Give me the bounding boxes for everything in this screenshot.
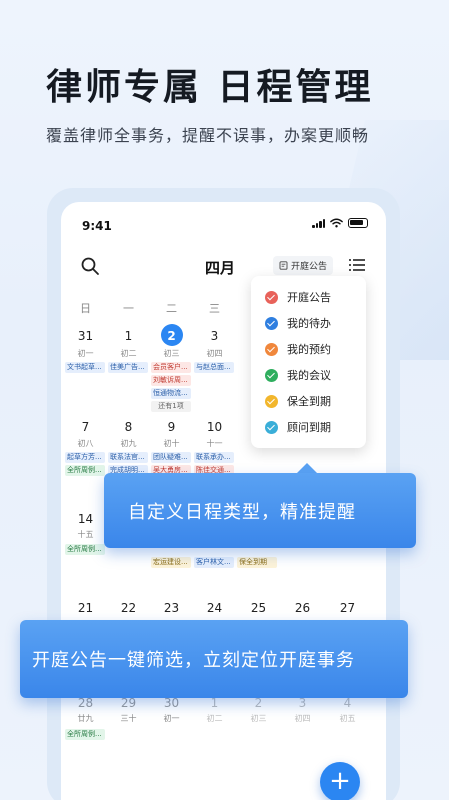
event-item[interactable]: 联系承办...	[194, 452, 234, 463]
day-number[interactable]: 28	[64, 696, 107, 710]
dropdown-item-advisor-expiry[interactable]: 顾问到期	[265, 417, 331, 437]
day-number[interactable]: 27	[326, 601, 369, 615]
event-item[interactable]: 与赵总面...	[194, 362, 234, 373]
check-icon	[265, 420, 278, 434]
event-item[interactable]: 恒通物流...	[151, 388, 191, 399]
signal-icon	[312, 218, 325, 228]
event-item[interactable]: 全所周例...	[65, 544, 105, 555]
court-notice-filter-chip[interactable]: 开庭公告	[273, 256, 334, 275]
dropdown-item-my-meeting[interactable]: 我的会议	[265, 365, 331, 385]
status-icons	[312, 218, 368, 228]
day-number[interactable]: 1	[107, 329, 150, 343]
dropdown-item-label: 顾问到期	[287, 421, 331, 434]
day-number[interactable]: 24	[193, 601, 236, 615]
event-item[interactable]: 佳美广告...	[108, 362, 148, 373]
lunar-date: 初一	[163, 714, 180, 723]
court-notice-chip-label: 开庭公告	[291, 262, 328, 272]
event-item[interactable]: 保全到期	[237, 557, 277, 568]
day-number[interactable]: 4	[326, 696, 369, 710]
notice-icon	[279, 261, 288, 270]
dropdown-item-label: 我的预约	[287, 343, 331, 356]
day-number[interactable]: 9	[150, 420, 193, 434]
lunar-date: 三十	[120, 714, 137, 723]
lunar-date: 初四	[206, 349, 223, 358]
event-item[interactable]: 宏运建设...	[151, 557, 191, 568]
event-item[interactable]: 起草方芳...	[65, 452, 105, 463]
feature-callout-court-filter: 开庭公告一键筛选，立刻定位开庭事务	[20, 620, 408, 698]
check-icon	[265, 290, 278, 304]
dropdown-item-label: 保全到期	[287, 395, 331, 408]
day-number-today[interactable]: 2	[150, 329, 193, 343]
weekday-label: 三	[209, 302, 220, 315]
lunar-date: 初三	[250, 714, 267, 723]
dropdown-item-label: 我的待办	[287, 317, 331, 330]
lunar-date: 廿九	[77, 714, 94, 723]
status-time: 9:41	[82, 219, 112, 233]
check-icon	[265, 342, 278, 356]
day-number[interactable]: 31	[64, 329, 107, 343]
schedule-type-dropdown: 开庭公告 我的待办 我的预约 我的会议 保全到期 顾问到期	[251, 276, 366, 448]
more-events-link[interactable]: 还有1项	[151, 401, 191, 412]
day-number[interactable]: 3	[193, 329, 236, 343]
lunar-date: 初四	[294, 714, 311, 723]
event-item[interactable]: 客户林文...	[194, 557, 234, 568]
day-number[interactable]: 22	[107, 601, 150, 615]
event-item[interactable]: 刘敏诉周...	[151, 375, 191, 386]
day-number[interactable]: 25	[237, 601, 280, 615]
wifi-icon	[330, 218, 343, 228]
day-number[interactable]: 1	[193, 696, 236, 710]
weekday-label: 日	[80, 302, 91, 315]
event-item[interactable]: 会员客户...	[151, 362, 191, 373]
day-number[interactable]: 8	[107, 420, 150, 434]
lunar-date: 十一	[206, 439, 223, 448]
event-item[interactable]: 全所周例...	[65, 465, 105, 476]
dropdown-item-my-appointment[interactable]: 我的预约	[265, 339, 331, 359]
lunar-date: 初二	[206, 714, 223, 723]
dropdown-item-label: 我的会议	[287, 369, 331, 382]
event-item[interactable]: 团队疑难...	[151, 452, 191, 463]
day-number[interactable]: 29	[107, 696, 150, 710]
feature-callout-custom-types: 自定义日程类型，精准提醒	[104, 473, 416, 548]
event-item[interactable]: 文书起草...	[65, 362, 105, 373]
weekday-label: 二	[166, 302, 177, 315]
lunar-date: 初五	[339, 714, 356, 723]
day-number[interactable]: 30	[150, 696, 193, 710]
month-title[interactable]: 四月	[205, 257, 235, 278]
dropdown-item-my-todo[interactable]: 我的待办	[265, 313, 331, 333]
day-number[interactable]: 10	[193, 420, 236, 434]
lunar-date: 初八	[77, 439, 94, 448]
status-bar: 9:41	[61, 202, 386, 242]
day-number[interactable]: 26	[281, 601, 324, 615]
search-icon[interactable]	[80, 256, 100, 276]
day-number[interactable]: 7	[64, 420, 107, 434]
lunar-date: 初三	[163, 349, 180, 358]
battery-icon	[348, 218, 368, 228]
day-number[interactable]: 21	[64, 601, 107, 615]
filter-menu-icon[interactable]	[349, 258, 365, 272]
hero-subtitle: 覆盖律师全事务，提醒不误事，办案更顺畅	[46, 126, 370, 145]
check-icon	[265, 368, 278, 382]
lunar-date: 初十	[163, 439, 180, 448]
check-icon	[265, 394, 278, 408]
lunar-date: 初九	[120, 439, 137, 448]
dropdown-item-label: 开庭公告	[287, 291, 331, 304]
event-item[interactable]: 联系法官...	[108, 452, 148, 463]
hero-title: 律师专属 日程管理	[46, 67, 374, 108]
day-number[interactable]: 23	[150, 601, 193, 615]
day-number[interactable]: 2	[237, 696, 280, 710]
dropdown-item-preservation-expiry[interactable]: 保全到期	[265, 391, 331, 411]
add-schedule-button[interactable]: +	[320, 762, 360, 800]
day-number[interactable]: 14	[64, 512, 107, 526]
check-icon	[265, 316, 278, 330]
day-number[interactable]: 3	[281, 696, 324, 710]
weekday-label: 一	[123, 302, 134, 315]
event-item[interactable]: 全所周例...	[65, 729, 105, 740]
lunar-date: 初一	[77, 349, 94, 358]
lunar-date: 十五	[77, 530, 94, 539]
dropdown-item-court-notice[interactable]: 开庭公告	[265, 287, 331, 307]
lunar-date: 初二	[120, 349, 137, 358]
